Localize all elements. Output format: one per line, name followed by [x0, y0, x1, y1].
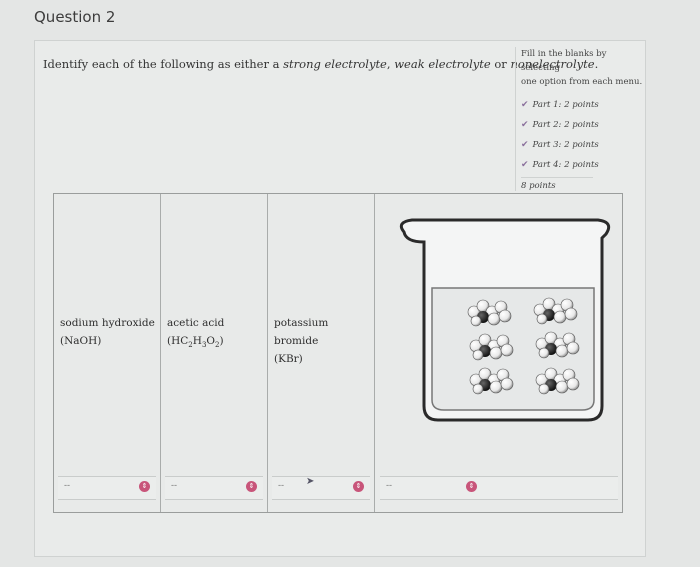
answer-dropdown-2[interactable]: -- ⇕ — [165, 476, 263, 500]
chevron-updown-icon[interactable]: ⇕ — [139, 481, 150, 492]
part-4: ✔ Part 4: 2 points — [521, 155, 647, 175]
check-icon: ✔ — [521, 140, 529, 150]
column-acetic-acid: acetic acid (HC2H3O2) -- ⇕ — [161, 194, 268, 512]
question-card: Identify each of the following as either… — [34, 40, 646, 557]
instructions: Fill in the blanks by selecting one opti… — [521, 49, 643, 87]
parts-list: ✔ Part 1: 2 points ✔ Part 2: 2 points ✔ Par… — [521, 95, 647, 175]
answer-dropdown-3[interactable]: -- ⇕ — [272, 476, 370, 500]
compound-label: acetic acid (HC2H3O2) — [167, 317, 225, 350]
chevron-updown-icon[interactable]: ⇕ — [246, 481, 257, 492]
total-points: 8 points — [521, 177, 593, 191]
part-3: ✔ Part 3: 2 points — [521, 135, 647, 155]
column-sodium-hydroxide: sodium hydroxide (NaOH) -- ⇕ — [54, 194, 161, 512]
part-1: ✔ Part 1: 2 points — [521, 95, 647, 115]
chevron-updown-icon[interactable]: ⇕ — [353, 481, 364, 492]
question-title: Question 2 — [34, 8, 116, 26]
check-icon: ✔ — [521, 100, 529, 110]
answer-grid: sodium hydroxide (NaOH) -- ⇕ acetic acid… — [53, 193, 623, 513]
beaker-column: -- ⇕ — [376, 194, 622, 512]
mouse-cursor-icon: ➤ — [306, 476, 315, 487]
dropdown-value: -- — [278, 481, 285, 491]
column-potassium-bromide: potassium bromide (KBr) -- ⇕ ➤ — [268, 194, 375, 512]
compound-label: sodium hydroxide (NaOH) — [60, 317, 155, 347]
chevron-updown-icon[interactable]: ⇕ — [466, 481, 477, 492]
beaker-diagram — [399, 218, 611, 422]
dropdown-value: -- — [386, 481, 393, 491]
check-icon: ✔ — [521, 160, 529, 170]
scoring-panel: Fill in the blanks by selecting one opti… — [515, 47, 647, 191]
check-icon: ✔ — [521, 120, 529, 130]
dropdown-value: -- — [64, 481, 71, 491]
part-2: ✔ Part 2: 2 points — [521, 115, 647, 135]
compound-label: potassium bromide (KBr) — [274, 317, 329, 365]
answer-dropdown-4[interactable]: -- ⇕ — [380, 476, 618, 500]
answer-dropdown-1[interactable]: -- ⇕ — [58, 476, 156, 500]
dropdown-value: -- — [171, 481, 178, 491]
